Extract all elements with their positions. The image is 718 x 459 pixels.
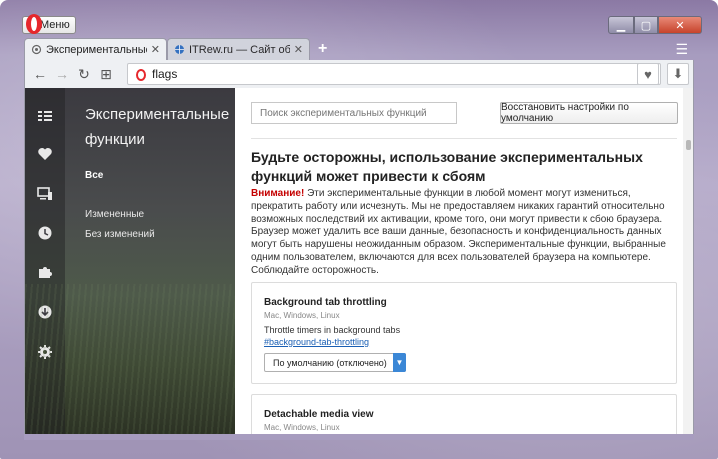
address-toolbar: ← → ↻ ⊞ flags ♥ ⬇ [24, 60, 694, 88]
warning-body: Эти экспериментальные функции в любой мо… [251, 188, 666, 276]
page-content: Экспериментальные функции Все Измененные… [24, 88, 694, 434]
tab-strip: Экспериментальные функ ✕ ITRew.ru — Сайт… [24, 38, 327, 60]
window-bottom-frame [24, 434, 694, 440]
opera-logo-icon[interactable] [26, 14, 42, 34]
warning-attention: Внимание! [251, 188, 305, 199]
close-icon: ✕ [675, 19, 685, 32]
flag-select-value: По умолчанию (отключено) [273, 357, 387, 368]
tab-flags[interactable]: Экспериментальные функ ✕ [24, 38, 167, 60]
back-icon[interactable]: ← [29, 66, 51, 82]
history-icon[interactable] [37, 225, 53, 241]
sidebar: Экспериментальные функции Все Измененные… [25, 88, 235, 434]
flag-platforms: Mac, Windows, Linux [264, 423, 340, 432]
reset-defaults-button[interactable]: Восстановить настройки по умолчанию [500, 102, 678, 124]
download-icon[interactable] [37, 304, 53, 320]
warning-text: Внимание! Эти экспериментальные функции … [251, 188, 683, 278]
sidebar-title: Экспериментальные функции [85, 106, 230, 148]
flag-select[interactable]: По умолчанию (отключено) ▼ [264, 353, 406, 372]
downloads-button[interactable]: ⬇ [667, 63, 689, 85]
reload-icon[interactable]: ↻ [73, 66, 95, 83]
sidebar-icon-rail [25, 88, 65, 434]
download-icon: ⬇ [672, 66, 684, 81]
scrollbar-thumb[interactable] [686, 140, 691, 150]
divider [251, 138, 677, 139]
forward-icon[interactable]: → [51, 66, 73, 82]
tab-close-icon[interactable]: ✕ [151, 43, 160, 56]
reset-defaults-label: Восстановить настройки по умолчанию [501, 102, 629, 124]
url-field[interactable]: flags [127, 63, 661, 85]
url-text: flags [152, 67, 178, 81]
sidebar-link-unchanged[interactable]: Без изменений [85, 229, 155, 240]
menu-label: Меню [40, 19, 70, 31]
warning-title: Будьте осторожны, использование эксперим… [251, 149, 643, 184]
flag-description: Throttle timers in background tabs [264, 325, 401, 335]
heart-icon[interactable] [37, 146, 53, 162]
speed-dial-icon[interactable]: ⊞ [95, 66, 117, 83]
new-tab-button[interactable]: + [318, 38, 327, 60]
sidebar-link-changed[interactable]: Измененные [85, 209, 144, 220]
speed-dial-icon[interactable] [37, 108, 53, 124]
tab-menu-icon[interactable]: ☰ [675, 41, 688, 58]
devices-icon[interactable] [37, 186, 53, 202]
chevron-down-icon: ▼ [393, 353, 406, 372]
tab-close-icon[interactable]: ✕ [294, 43, 303, 56]
flag-title: Detachable media view [264, 409, 374, 420]
maximize-icon: ▢ [640, 19, 652, 32]
maximize-button[interactable]: ▢ [634, 16, 658, 34]
bookmark-heart-button[interactable]: ♥ [637, 63, 659, 85]
flag-card: Background tab throttling Mac, Windows, … [251, 282, 677, 384]
flag-anchor-link[interactable]: #background-tab-throttling [264, 337, 369, 347]
globe-icon [175, 45, 184, 54]
extensions-icon[interactable] [37, 264, 53, 280]
sidebar-link-all[interactable]: Все [85, 170, 103, 181]
close-window-button[interactable]: ✕ [658, 16, 702, 34]
flag-title: Background tab throttling [264, 297, 387, 308]
browser-window: Меню ▁ ▢ ✕ Экспериментальные функ ✕ ITRe… [0, 0, 718, 459]
flask-icon [31, 44, 42, 55]
flags-main: Восстановить настройки по умолчанию Будь… [235, 88, 693, 434]
scrollbar[interactable] [683, 88, 693, 434]
window-controls: ▁ ▢ ✕ [608, 16, 702, 34]
flag-platforms: Mac, Windows, Linux [264, 311, 340, 320]
tab-title: ITRew.ru — Сайт об IT для [189, 43, 290, 56]
minimize-button[interactable]: ▁ [608, 16, 634, 34]
heart-icon: ♥ [644, 66, 652, 82]
tab-title: Экспериментальные функ [46, 43, 147, 56]
search-input[interactable] [251, 102, 457, 124]
opera-o-icon [136, 69, 146, 81]
settings-icon[interactable] [37, 344, 53, 360]
tab-itrew[interactable]: ITRew.ru — Сайт об IT для ✕ [167, 38, 310, 60]
minimize-icon: ▁ [616, 19, 626, 32]
flag-card: Detachable media view Mac, Windows, Linu… [251, 394, 677, 434]
